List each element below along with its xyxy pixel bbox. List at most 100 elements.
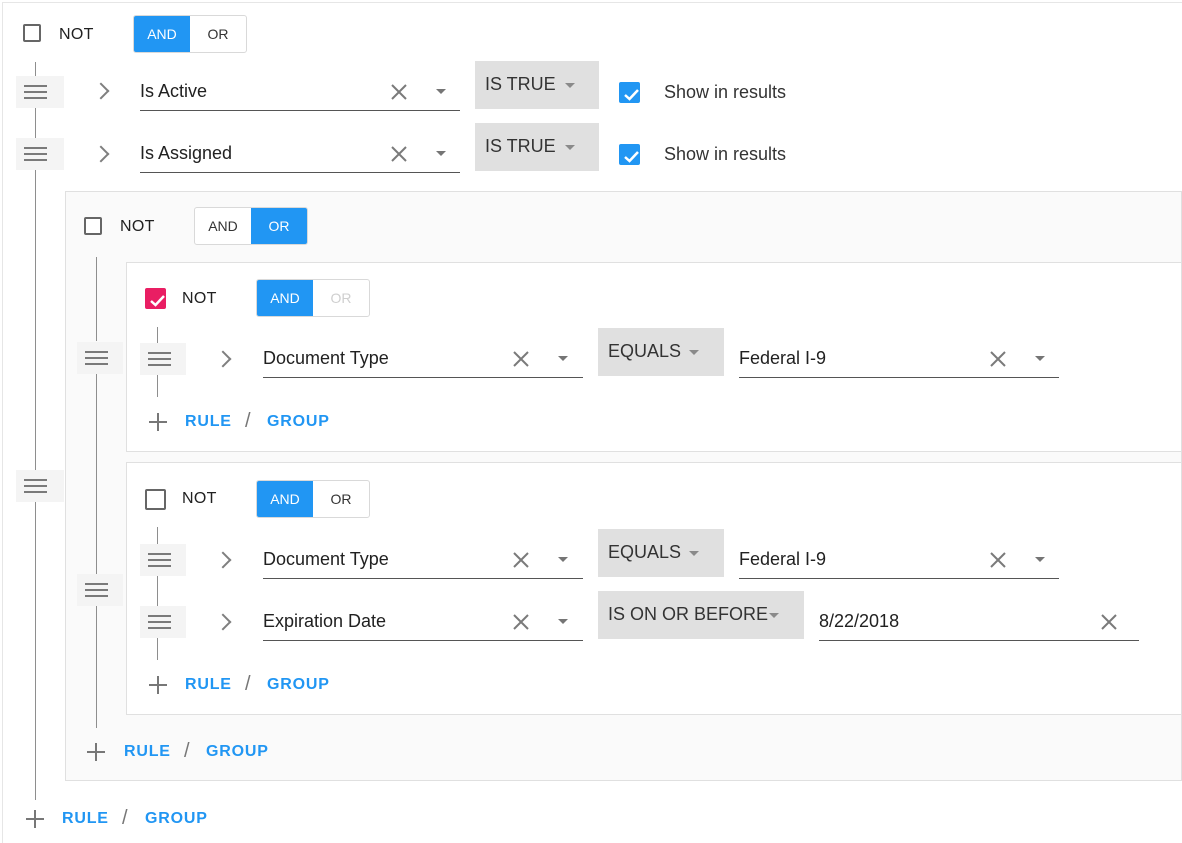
tree-line <box>96 604 97 728</box>
plus-icon <box>149 413 167 431</box>
add-group-link[interactable]: GROUP <box>267 413 330 431</box>
dropdown-caret-icon[interactable] <box>558 619 568 624</box>
rule-field-value: Is Active <box>140 81 208 101</box>
dropdown-caret-icon <box>565 83 575 88</box>
plus-icon <box>26 810 44 828</box>
show-in-results-checkbox[interactable] <box>619 82 640 103</box>
subgroup-combinator-toggle: AND OR <box>256 480 370 518</box>
dropdown-caret-icon <box>769 613 779 618</box>
subgroup-and-button[interactable]: AND <box>257 280 313 316</box>
subgroup-not-checkbox[interactable] <box>145 489 166 510</box>
tree-line <box>157 527 158 544</box>
add-group-link[interactable]: GROUP <box>267 676 330 694</box>
rule-field-value: Is Assigned <box>140 143 233 163</box>
show-in-results-label: Show in results <box>664 144 787 164</box>
close-icon[interactable] <box>390 83 408 101</box>
rule-field-value: Expiration Date <box>263 611 387 631</box>
drag-handle-icon[interactable] <box>16 76 64 108</box>
separator: / <box>184 740 190 762</box>
rule-operator-select[interactable]: EQUALS <box>598 529 724 577</box>
dropdown-caret-icon[interactable] <box>436 89 446 94</box>
dropdown-caret-icon <box>689 551 699 556</box>
plus-icon <box>87 743 105 761</box>
separator: / <box>245 673 251 695</box>
plus-icon <box>149 676 167 694</box>
subgroup-and-button[interactable]: AND <box>257 481 313 517</box>
rule-field-select[interactable]: Is Active <box>140 73 460 111</box>
tree-line <box>157 374 158 397</box>
tree-line <box>157 636 158 660</box>
rule-value-select[interactable]: Federal I-9 <box>739 541 1059 579</box>
close-icon[interactable] <box>512 350 530 368</box>
dropdown-caret-icon[interactable] <box>1035 557 1045 562</box>
group-not-checkbox[interactable] <box>84 217 102 235</box>
rule-value: Federal I-9 <box>739 549 827 569</box>
drag-handle-icon[interactable] <box>140 544 186 576</box>
drag-handle-icon[interactable] <box>77 574 123 606</box>
dropdown-caret-icon <box>565 145 575 150</box>
rule-field-select[interactable]: Expiration Date <box>263 603 583 641</box>
close-icon[interactable] <box>1100 613 1118 631</box>
group-not-label: NOT <box>120 218 155 235</box>
rule-operator-value: IS ON OR BEFORE <box>608 604 769 624</box>
rule-operator-select[interactable]: EQUALS <box>598 328 724 376</box>
show-in-results-checkbox[interactable] <box>619 144 640 165</box>
add-rule-link[interactable]: RULE <box>185 676 232 694</box>
rule-field-value: Document Type <box>263 549 389 569</box>
drag-handle-icon[interactable] <box>16 470 64 502</box>
show-in-results-label: Show in results <box>664 82 787 102</box>
dropdown-caret-icon[interactable] <box>558 557 568 562</box>
subgroup-combinator-toggle: AND OR <box>256 279 370 317</box>
rule-value-select[interactable]: Federal I-9 <box>739 340 1059 378</box>
close-icon[interactable] <box>512 613 530 631</box>
root-not-label: NOT <box>59 26 94 43</box>
dropdown-caret-icon[interactable] <box>1035 356 1045 361</box>
close-icon[interactable] <box>390 145 408 163</box>
dropdown-caret-icon <box>689 350 699 355</box>
rule-operator-select[interactable]: IS TRUE <box>475 61 599 109</box>
rule-operator-select[interactable]: IS ON OR BEFORE <box>598 591 804 639</box>
root-combinator-toggle: AND OR <box>133 15 247 53</box>
add-rule-link[interactable]: RULE <box>185 413 232 431</box>
drag-handle-icon[interactable] <box>16 138 64 170</box>
add-rule-link[interactable]: RULE <box>124 743 171 761</box>
tree-line <box>35 103 36 139</box>
rule-field-select[interactable]: Document Type <box>263 340 583 378</box>
rule-operator-value: IS TRUE <box>485 136 556 156</box>
tree-line <box>157 574 158 606</box>
drag-handle-icon[interactable] <box>140 343 186 375</box>
close-icon[interactable] <box>989 551 1007 569</box>
separator: / <box>245 410 251 432</box>
group-or-button[interactable]: OR <box>251 208 307 244</box>
add-rule-link[interactable]: RULE <box>62 810 109 828</box>
check-icon <box>624 151 639 163</box>
rule-operator-select[interactable]: IS TRUE <box>475 123 599 171</box>
rule-field-select[interactable]: Is Assigned <box>140 135 460 173</box>
tree-line <box>96 370 97 574</box>
rule-operator-value: IS TRUE <box>485 74 556 94</box>
rule-field-value: Document Type <box>263 348 389 368</box>
root-not-checkbox[interactable] <box>23 24 41 42</box>
group-and-button[interactable]: AND <box>195 208 251 244</box>
drag-handle-icon[interactable] <box>140 606 186 638</box>
drag-handle-icon[interactable] <box>77 342 123 374</box>
subgroup-not-checkbox[interactable] <box>145 288 166 309</box>
dropdown-caret-icon[interactable] <box>436 151 446 156</box>
close-icon[interactable] <box>512 551 530 569</box>
subgroup-not-label: NOT <box>182 490 217 507</box>
rule-field-select[interactable]: Document Type <box>263 541 583 579</box>
root-and-button[interactable]: AND <box>134 16 190 52</box>
separator: / <box>122 807 128 829</box>
rule-value: 8/22/2018 <box>819 611 900 631</box>
add-group-link[interactable]: GROUP <box>145 810 208 828</box>
rule-date-input[interactable]: 8/22/2018 <box>819 603 1139 641</box>
add-group-link[interactable]: GROUP <box>206 743 269 761</box>
subgroup-or-button[interactable]: OR <box>313 481 369 517</box>
dropdown-caret-icon[interactable] <box>558 356 568 361</box>
subgroup-or-button: OR <box>330 290 352 306</box>
check-icon <box>624 89 639 101</box>
subgroup-not-label: NOT <box>182 290 217 307</box>
group-combinator-toggle: AND OR <box>194 207 308 245</box>
close-icon[interactable] <box>989 350 1007 368</box>
root-or-button[interactable]: OR <box>190 16 246 52</box>
